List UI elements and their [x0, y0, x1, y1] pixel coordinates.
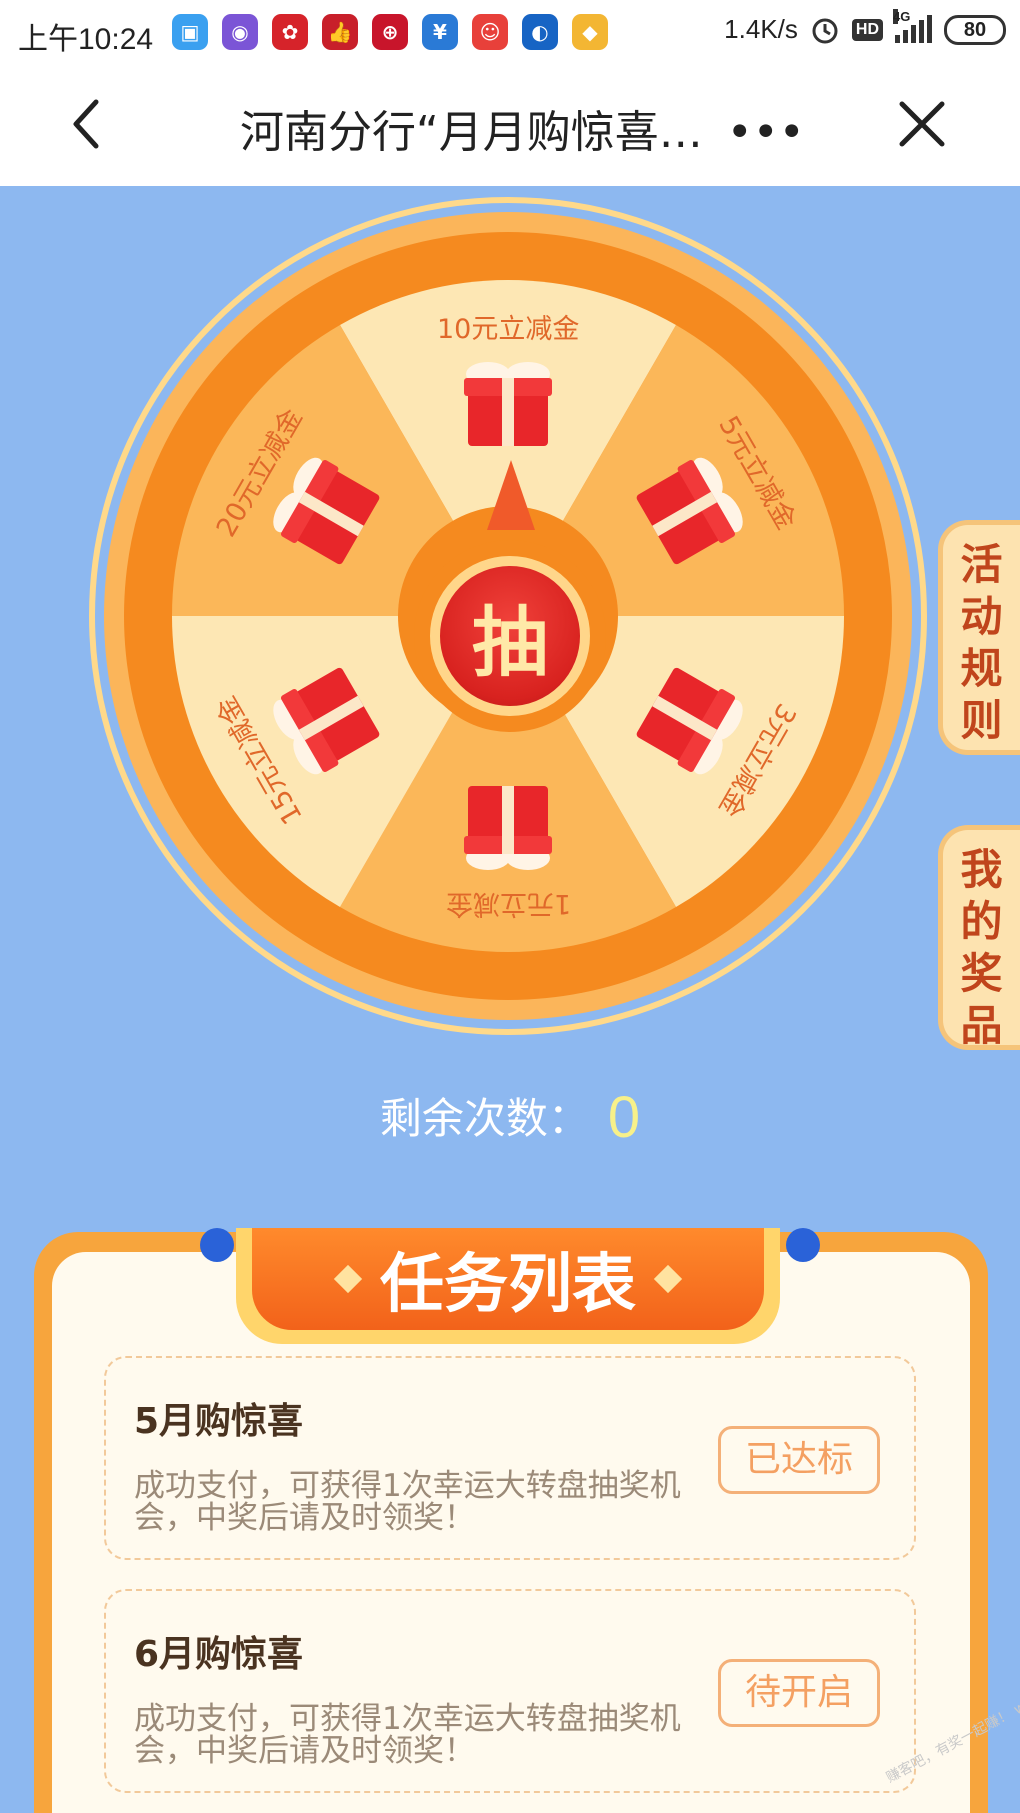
diamond-icon [653, 1264, 683, 1294]
tab-char: 规 [960, 644, 1003, 693]
close-icon[interactable] [892, 94, 952, 154]
huawei-icon: ✿ [272, 14, 308, 50]
signal-icon: 4G [893, 8, 932, 43]
task-desc: 成功支付，可获得1次幸运大转盘抽奖机会，中奖后请及时领奖！ [134, 1701, 681, 1769]
banner-pin-left [200, 1228, 234, 1262]
yuan-icon: ¥ [422, 14, 458, 50]
alarm-icon [812, 18, 838, 43]
my-prizes-tab[interactable]: 我的奖品 [938, 825, 1020, 1050]
thumb-icon: 👍 [322, 14, 358, 50]
remaining-number: 0 [607, 1085, 641, 1150]
task-list-title: 任务列表 [380, 1248, 636, 1322]
status-time: 上午10:24 [18, 23, 154, 56]
tab-char: 的 [960, 897, 1003, 946]
banner-pin-right [786, 1228, 820, 1262]
network-type: 4G [893, 8, 911, 24]
nav-bar: 河南分行“月月购惊喜… ••• [0, 68, 1020, 186]
task-card: 5月购惊喜 成功支付，可获得1次幸运大转盘抽奖机会，中奖后请及时领奖！ 已达标 [104, 1356, 916, 1560]
task-status-button[interactable]: 待开启 [718, 1659, 880, 1727]
camera-icon: ◉ [222, 14, 258, 50]
tab-char: 活 [960, 540, 1003, 589]
network-speed: 1.4K/s [724, 14, 798, 44]
status-right: 1.4K/s HD 4G 80 [724, 8, 1006, 45]
battery-icon: 80 [944, 14, 1006, 45]
remaining-count: 剩余次数： 0 [0, 1084, 1020, 1151]
mascot-icon: ☺ [472, 14, 508, 50]
draw-button[interactable]: 抽 [430, 556, 590, 716]
notification-icons: ▣ ◉ ✿ 👍 ⊕ ¥ ☺ ◐ ◆ [172, 14, 608, 50]
bank-icon: ⊕ [372, 14, 408, 50]
status-bar: 上午10:24 ▣ ◉ ✿ 👍 ⊕ ¥ ☺ ◐ ◆ 1.4K/s HD 4G 80 [0, 0, 1020, 68]
task-title: 6月购惊喜 [134, 1634, 304, 1675]
task-status-button[interactable]: 已达标 [718, 1426, 880, 1494]
tab-char: 品 [960, 1001, 1003, 1050]
page-title-text: 河南分行“月月购惊喜… [240, 107, 703, 158]
pointer-arrow [487, 460, 535, 530]
back-icon[interactable] [60, 94, 120, 154]
gift-icon [464, 786, 552, 870]
task-desc: 成功支付，可获得1次幸运大转盘抽奖机会，中奖后请及时领奖！ [134, 1468, 681, 1536]
task-banner-inner: 任务列表 [252, 1228, 764, 1330]
task-banner: 任务列表 [236, 1228, 780, 1344]
prize-label: 10元立减金 [437, 313, 580, 345]
ccb-icon: ◐ [522, 14, 558, 50]
tab-char: 动 [960, 592, 1003, 641]
task-card: 6月购惊喜 成功支付，可获得1次幸运大转盘抽奖机会，中奖后请及时领奖！ 待开启 [104, 1589, 916, 1793]
page-title: 河南分行“月月购惊喜… ••• [240, 96, 805, 160]
rules-tab[interactable]: 活动规则 [938, 520, 1020, 755]
game-icon: ◆ [572, 14, 608, 50]
diamond-icon [333, 1264, 363, 1294]
prize-label: 1元立减金 [445, 887, 571, 919]
more-icon[interactable]: ••• [727, 107, 805, 158]
task-title: 5月购惊喜 [134, 1401, 304, 1442]
wallet-icon: ▣ [172, 14, 208, 50]
hd-badge: HD [851, 18, 883, 41]
tab-char: 则 [960, 696, 1003, 745]
remaining-label: 剩余次数： [379, 1094, 590, 1143]
gift-icon [464, 362, 552, 446]
tab-char: 我 [960, 845, 1003, 894]
tab-char: 奖 [960, 949, 1003, 998]
